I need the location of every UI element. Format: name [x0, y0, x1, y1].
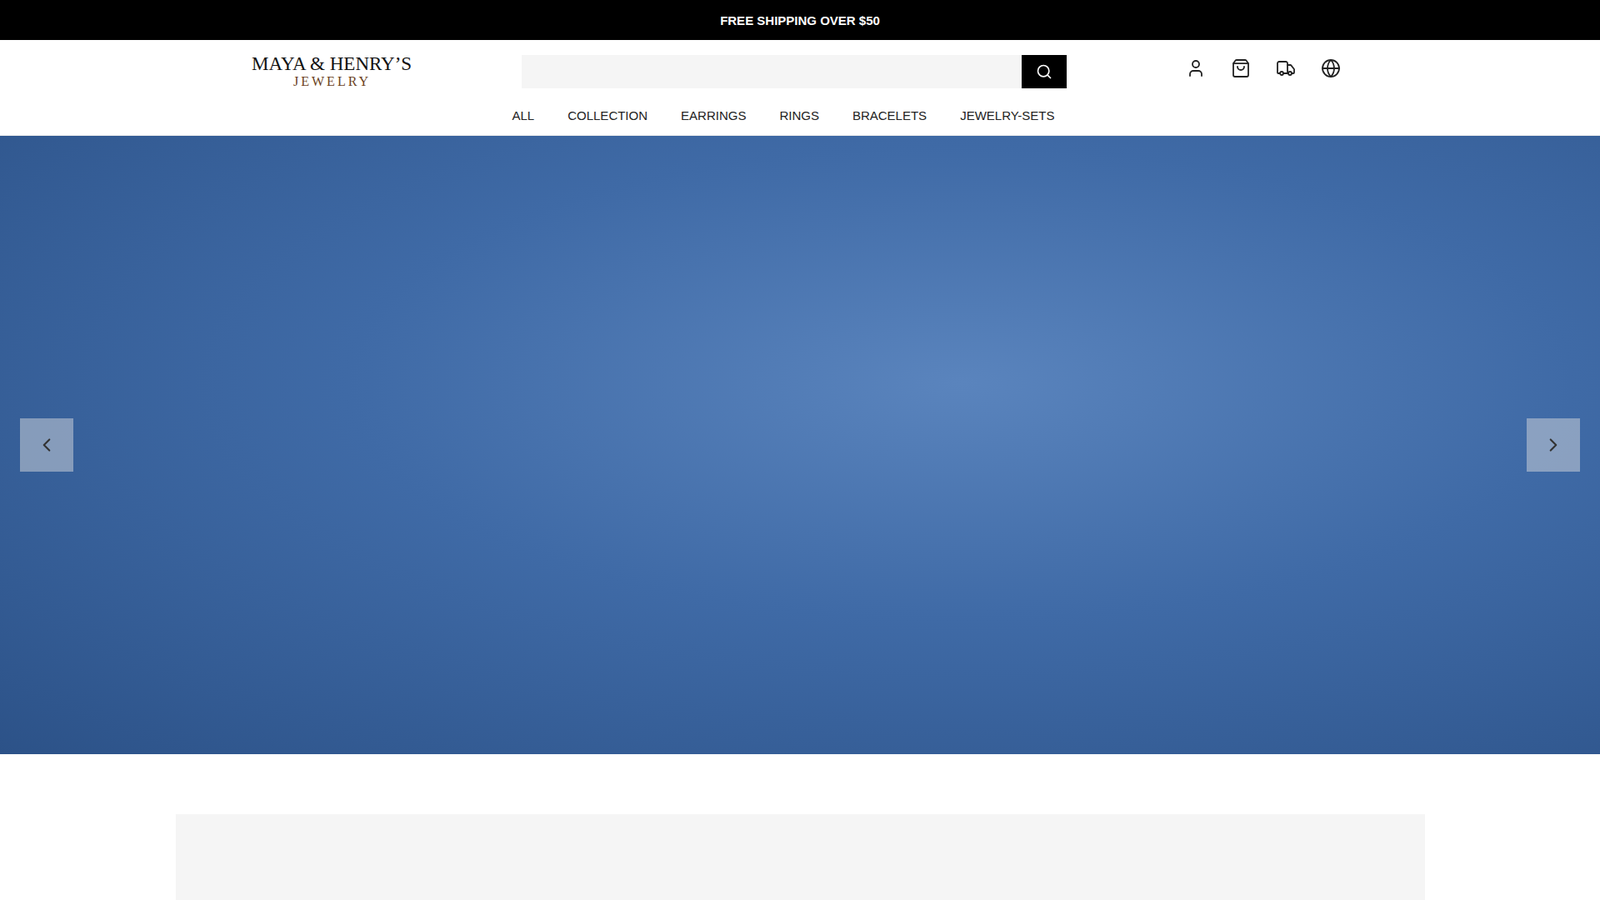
chevron-right-icon — [1542, 434, 1565, 456]
content-panel — [175, 814, 1425, 900]
logo[interactable]: MAYA & HENRY’SJEWELRY — [251, 54, 522, 90]
logo-subtitle: JEWELRY — [293, 74, 371, 90]
nav-item[interactable]: JEWELRY-SETS — [960, 108, 1055, 123]
search-icon — [1035, 63, 1053, 80]
account-button[interactable] — [1185, 57, 1207, 80]
header-icons — [1185, 57, 1342, 80]
next-slide-button[interactable] — [1526, 418, 1580, 472]
prev-slide-button[interactable] — [20, 418, 74, 472]
nav-item[interactable]: RINGS — [779, 108, 820, 123]
language-button[interactable] — [1320, 57, 1342, 80]
user-icon — [1185, 58, 1206, 79]
search-button[interactable] — [1021, 55, 1067, 89]
tracking-button[interactable] — [1275, 57, 1297, 80]
hero-banner — [0, 135, 1600, 755]
nav-item[interactable]: ALL — [511, 108, 535, 123]
cart-button[interactable] — [1230, 57, 1252, 80]
chevron-left-icon — [35, 434, 58, 456]
bag-icon — [1230, 58, 1251, 79]
header: MAYA & HENRY’SJEWELRY ALL COLLECTION EARRIN… — [0, 40, 1600, 136]
logo-title: MAYA & HENRY’S — [251, 54, 412, 75]
search-box — [521, 55, 1067, 89]
nav-item[interactable]: COLLECTION — [567, 108, 648, 123]
search-input[interactable] — [521, 55, 1022, 89]
globe-icon — [1320, 58, 1341, 79]
content-section — [0, 754, 1600, 900]
announcement-bar: FREE SHIPPING OVER $50 — [0, 0, 1600, 40]
truck-icon — [1275, 58, 1296, 79]
nav-item[interactable]: BRACELETS — [852, 108, 927, 123]
main-nav: ALL COLLECTION EARRINGS RINGS BRACELETS JEWEL… — [511, 88, 1055, 135]
header-row: MAYA & HENRY’SJEWELRY — [251, 55, 1349, 89]
nav-item[interactable]: EARRINGS — [680, 108, 746, 123]
page: FREE SHIPPING OVER $50MAYA & HENRY’SJEWE… — [0, 0, 1600, 900]
